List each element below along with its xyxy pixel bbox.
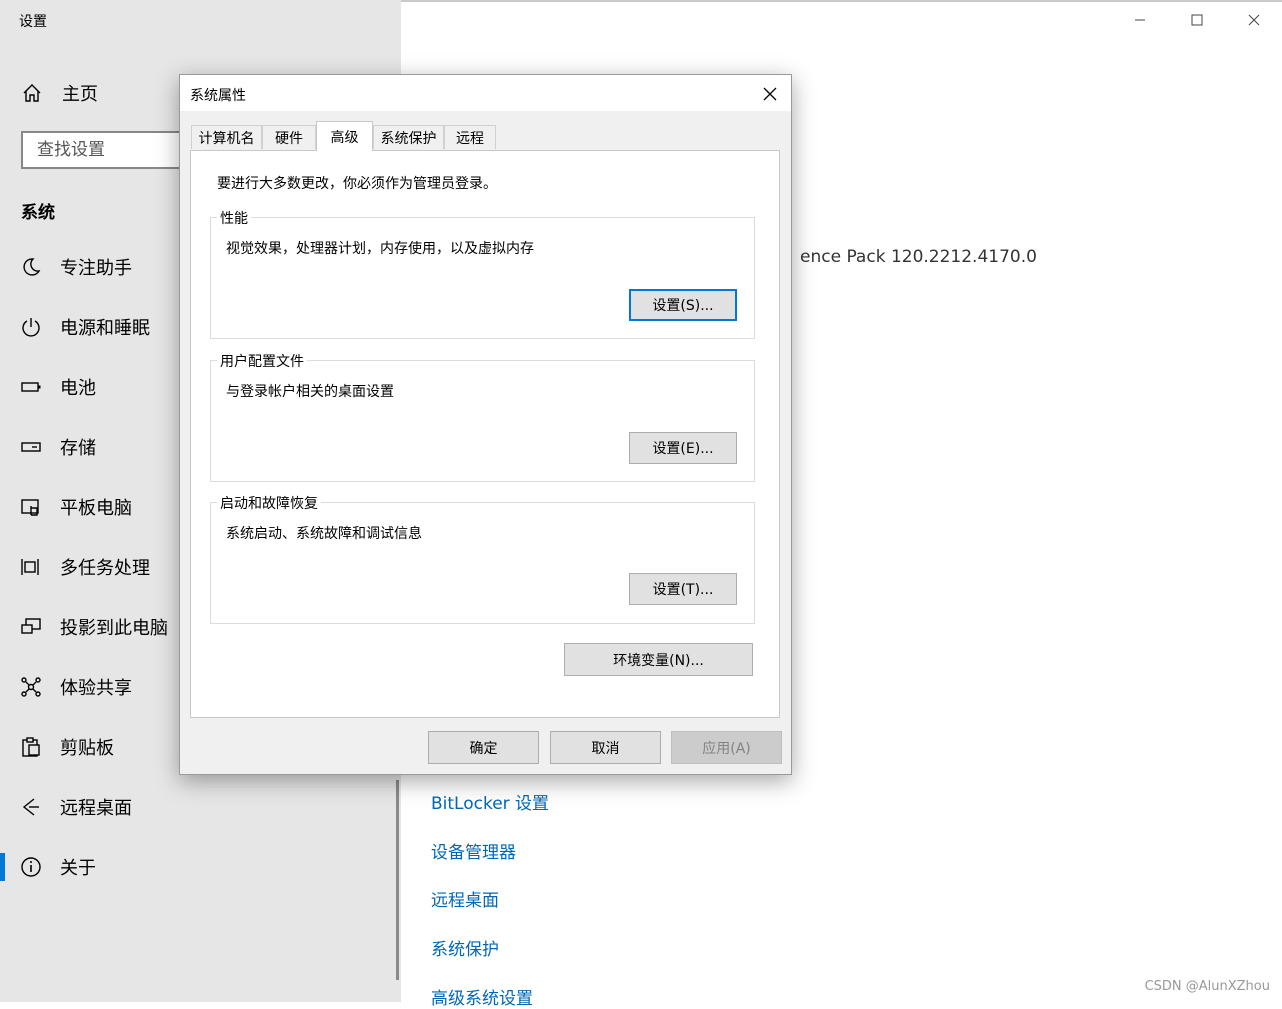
minimize-icon bbox=[1134, 19, 1145, 21]
link-bitlocker[interactable]: BitLocker 设置 bbox=[431, 789, 549, 814]
admin-note: 要进行大多数更改，你必须作为管理员登录。 bbox=[217, 176, 497, 192]
tab-hardware[interactable]: 硬件 bbox=[262, 125, 316, 149]
share-icon bbox=[19, 675, 43, 699]
user-profiles-title: 用户配置文件 bbox=[217, 351, 307, 371]
performance-group: 性能 视觉效果，处理器计划，内存使用，以及虚拟内存 设置(S)... bbox=[210, 208, 755, 339]
dialog-close-button[interactable] bbox=[759, 83, 781, 105]
performance-title: 性能 bbox=[217, 208, 251, 228]
info-icon bbox=[19, 855, 43, 879]
minimize-button[interactable] bbox=[1111, 0, 1168, 40]
startup-recovery-settings-button[interactable]: 设置(T)... bbox=[629, 573, 737, 605]
apply-button[interactable]: 应用(A) bbox=[671, 731, 782, 764]
tab-system-protection[interactable]: 系统保护 bbox=[373, 125, 444, 149]
tab-advanced[interactable]: 高级 bbox=[316, 121, 373, 151]
ok-button[interactable]: 确定 bbox=[428, 731, 539, 764]
tab-remote[interactable]: 远程 bbox=[444, 125, 496, 149]
sidebar-scrollbar[interactable] bbox=[396, 780, 399, 980]
performance-settings-button[interactable]: 设置(S)... bbox=[629, 289, 737, 321]
cancel-button[interactable]: 取消 bbox=[550, 731, 661, 764]
sidebar-item-label: 投影到此电脑 bbox=[60, 618, 168, 639]
sidebar-item-label: 电池 bbox=[60, 378, 96, 399]
dialog-titlebar[interactable]: 系统属性 bbox=[180, 75, 791, 111]
sidebar-item-label: 存储 bbox=[60, 438, 96, 459]
sidebar-item-label: 体验共享 bbox=[60, 678, 132, 699]
sidebar-item-label: 多任务处理 bbox=[60, 558, 150, 579]
performance-desc: 视觉效果，处理器计划，内存使用，以及虚拟内存 bbox=[226, 241, 534, 257]
close-icon bbox=[763, 87, 777, 101]
sidebar-item-label: 专注助手 bbox=[60, 258, 132, 279]
multitask-icon bbox=[19, 555, 43, 579]
startup-recovery-group: 启动和故障恢复 系统启动、系统故障和调试信息 设置(T)... bbox=[210, 493, 755, 624]
environment-variables-button[interactable]: 环境变量(N)... bbox=[564, 643, 753, 676]
startup-recovery-title: 启动和故障恢复 bbox=[217, 493, 321, 513]
maximize-icon bbox=[1191, 14, 1202, 26]
windows-feature-pack-text: ence Pack 120.2212.4170.0 bbox=[800, 247, 1037, 267]
remote-desktop-icon bbox=[19, 795, 43, 819]
search-input[interactable] bbox=[23, 133, 187, 167]
home-icon bbox=[20, 81, 44, 105]
link-remote-desktop[interactable]: 远程桌面 bbox=[431, 886, 499, 911]
nav-home-label: 主页 bbox=[62, 84, 98, 105]
sidebar-item-label: 剪贴板 bbox=[60, 738, 114, 759]
sidebar-item-remote-desktop[interactable]: 远程桌面 bbox=[0, 787, 400, 827]
close-button[interactable] bbox=[1225, 0, 1282, 40]
close-icon bbox=[1248, 14, 1259, 26]
user-profiles-group: 用户配置文件 与登录帐户相关的桌面设置 设置(E)... bbox=[210, 351, 755, 482]
tab-computer-name[interactable]: 计算机名 bbox=[191, 125, 262, 149]
sidebar-item-label: 远程桌面 bbox=[60, 798, 132, 819]
battery-icon bbox=[19, 375, 43, 399]
user-profiles-settings-button[interactable]: 设置(E)... bbox=[629, 432, 737, 464]
link-advanced-system-settings[interactable]: 高级系统设置 bbox=[431, 984, 533, 1009]
user-profiles-desc: 与登录帐户相关的桌面设置 bbox=[226, 384, 394, 400]
tablet-icon bbox=[19, 495, 43, 519]
window-controls bbox=[1111, 0, 1282, 40]
storage-icon bbox=[19, 435, 43, 459]
clipboard-icon bbox=[19, 735, 43, 759]
link-system-protection[interactable]: 系统保护 bbox=[431, 935, 499, 960]
advanced-tab-panel: 要进行大多数更改，你必须作为管理员登录。 性能 视觉效果，处理器计划，内存使用，… bbox=[190, 150, 780, 718]
app-title: 设置 bbox=[19, 14, 47, 30]
sidebar-item-label: 平板电脑 bbox=[60, 498, 132, 519]
maximize-button[interactable] bbox=[1168, 0, 1225, 40]
project-icon bbox=[19, 615, 43, 639]
startup-recovery-desc: 系统启动、系统故障和调试信息 bbox=[226, 526, 422, 542]
search-box[interactable] bbox=[21, 131, 191, 169]
sidebar-item-about[interactable]: 关于 bbox=[0, 847, 400, 887]
link-device-manager[interactable]: 设备管理器 bbox=[431, 838, 516, 863]
sidebar-item-label: 电源和睡眠 bbox=[60, 318, 150, 339]
system-properties-dialog: 系统属性 计算机名 硬件 高级 系统保护 远程 要进行大多数更改，你必须作为管理… bbox=[179, 74, 792, 775]
dialog-title: 系统属性 bbox=[190, 88, 246, 104]
watermark: CSDN @AlunXZhou bbox=[1144, 979, 1270, 994]
moon-icon bbox=[19, 255, 43, 279]
power-icon bbox=[19, 315, 43, 339]
section-heading: 系统 bbox=[21, 203, 55, 223]
sidebar-item-label: 关于 bbox=[60, 858, 96, 879]
